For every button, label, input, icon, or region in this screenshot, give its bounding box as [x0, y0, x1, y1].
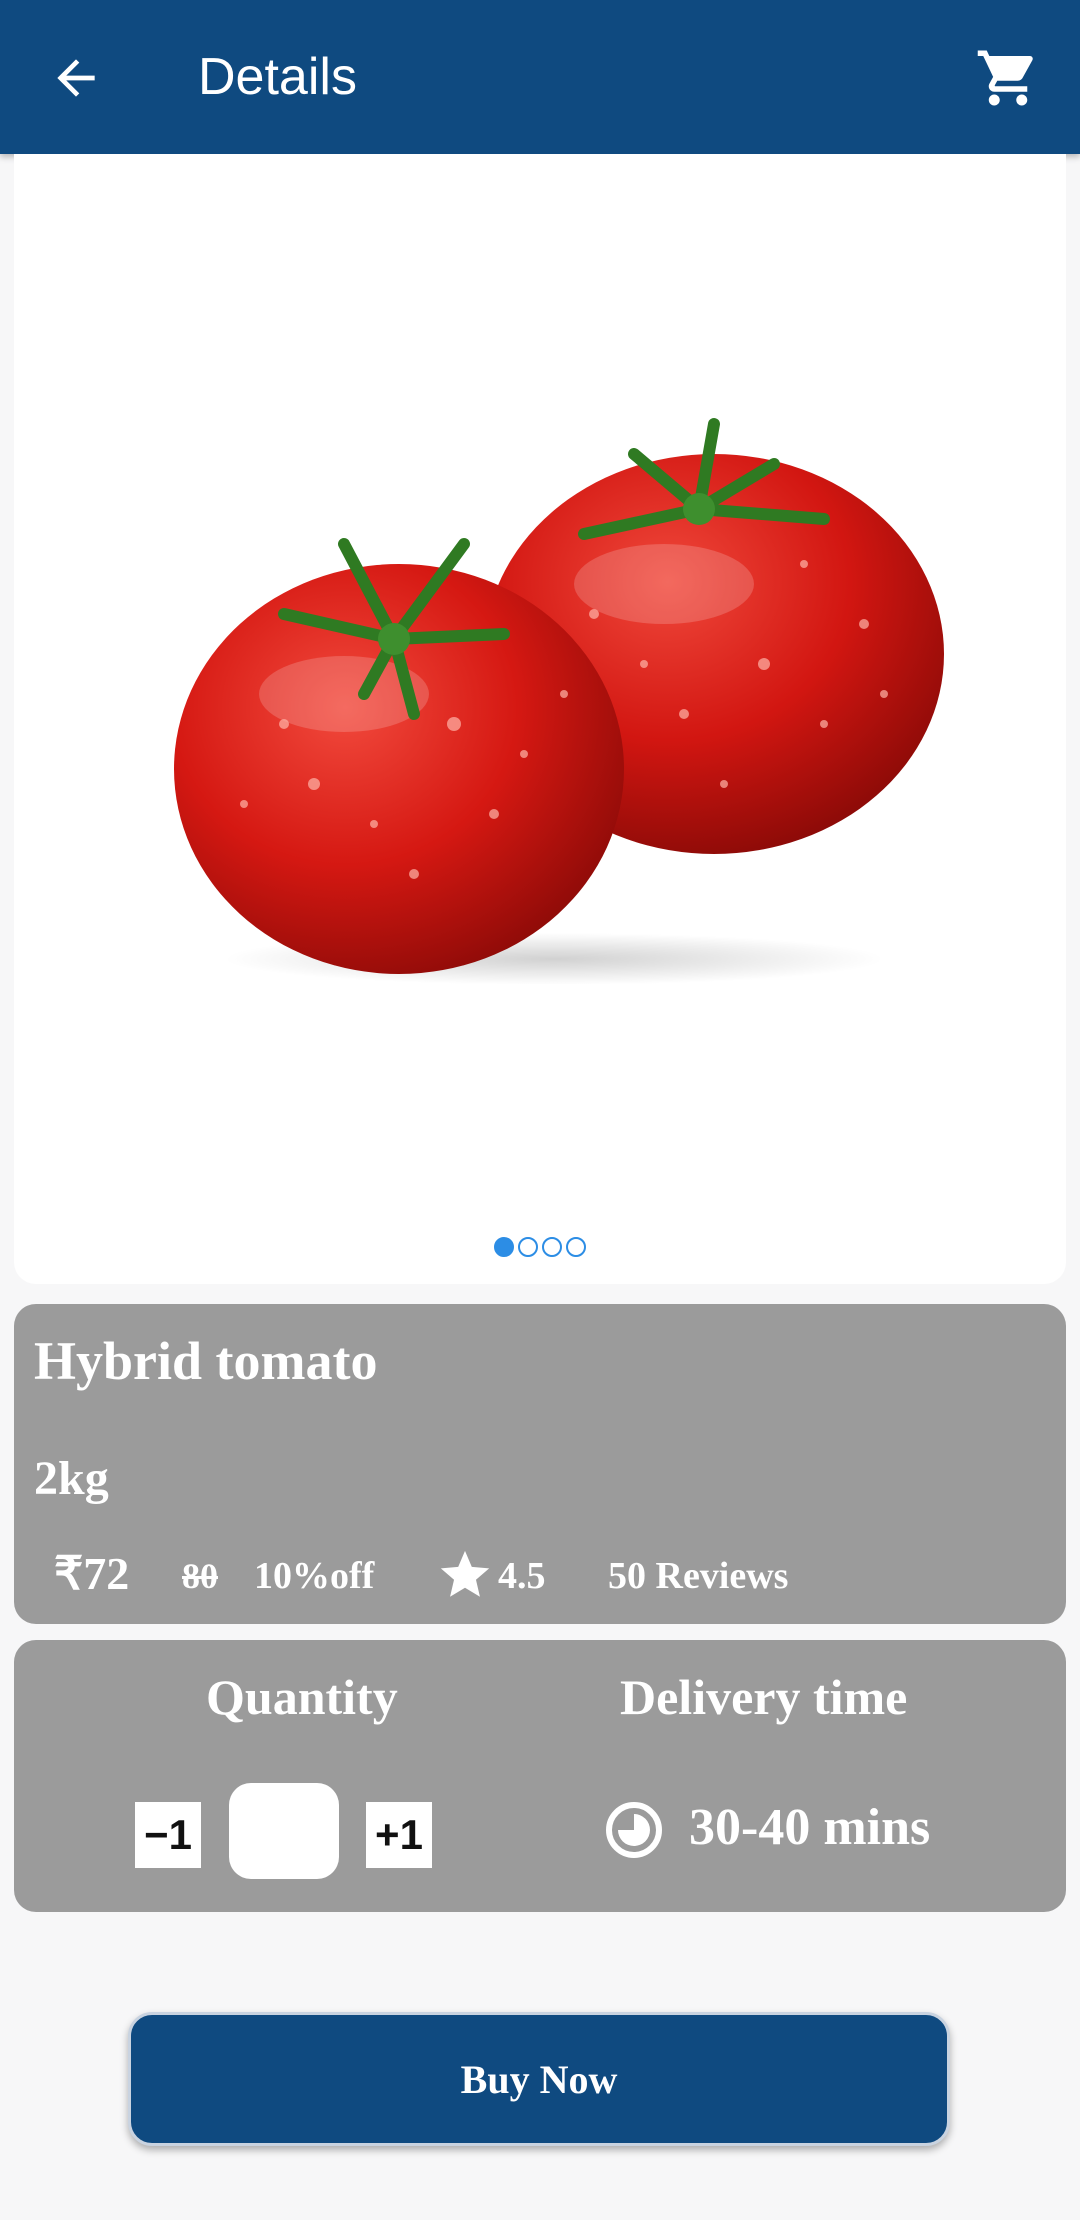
product-image-carousel[interactable] [14, 154, 1066, 1284]
quantity-label: Quantity [206, 1669, 398, 1725]
page-title: Details [198, 48, 357, 106]
original-price: 80 [182, 1556, 218, 1596]
carousel-dot-1[interactable] [494, 1237, 514, 1257]
cart-button[interactable] [970, 40, 1046, 116]
two-tomatoes-image [174, 418, 944, 984]
current-price: ₹72 [54, 1548, 130, 1599]
app-bar: Details [0, 0, 1080, 154]
star-icon [440, 1550, 490, 1597]
rating-value: 4.5 [498, 1555, 546, 1597]
product-weight: 2kg [34, 1452, 109, 1505]
shopping-cart-icon [977, 50, 1033, 106]
buy-now-button[interactable]: Buy Now [128, 2012, 950, 2146]
reviews-count[interactable]: 50 Reviews [608, 1546, 788, 1606]
carousel-dot-2[interactable] [518, 1237, 538, 1257]
delivery-time-label: Delivery time [620, 1669, 908, 1725]
carousel-indicator [14, 1237, 1066, 1267]
back-button[interactable] [40, 42, 112, 114]
decrement-button[interactable]: −1 [135, 1802, 201, 1868]
carousel-dot-3[interactable] [542, 1237, 562, 1257]
quantity-input[interactable] [229, 1783, 339, 1879]
increment-button[interactable]: +1 [366, 1802, 432, 1868]
clock-icon [606, 1802, 662, 1858]
order-options-card: Quantity Delivery time −1 +1 30-40 mins [14, 1640, 1066, 1912]
delivery-time-value: 30-40 mins [689, 1799, 931, 1856]
product-name: Hybrid tomato [34, 1331, 378, 1391]
arrow-back-icon [57, 59, 95, 97]
product-info-card: Hybrid tomato 2kg ₹72 80 10%off 4.5 50 R… [14, 1304, 1066, 1624]
price-row: ₹72 80 10%off 4.5 50 Reviews [42, 1542, 1042, 1606]
carousel-dot-4[interactable] [566, 1237, 586, 1257]
discount-badge: 10%off [254, 1555, 375, 1597]
